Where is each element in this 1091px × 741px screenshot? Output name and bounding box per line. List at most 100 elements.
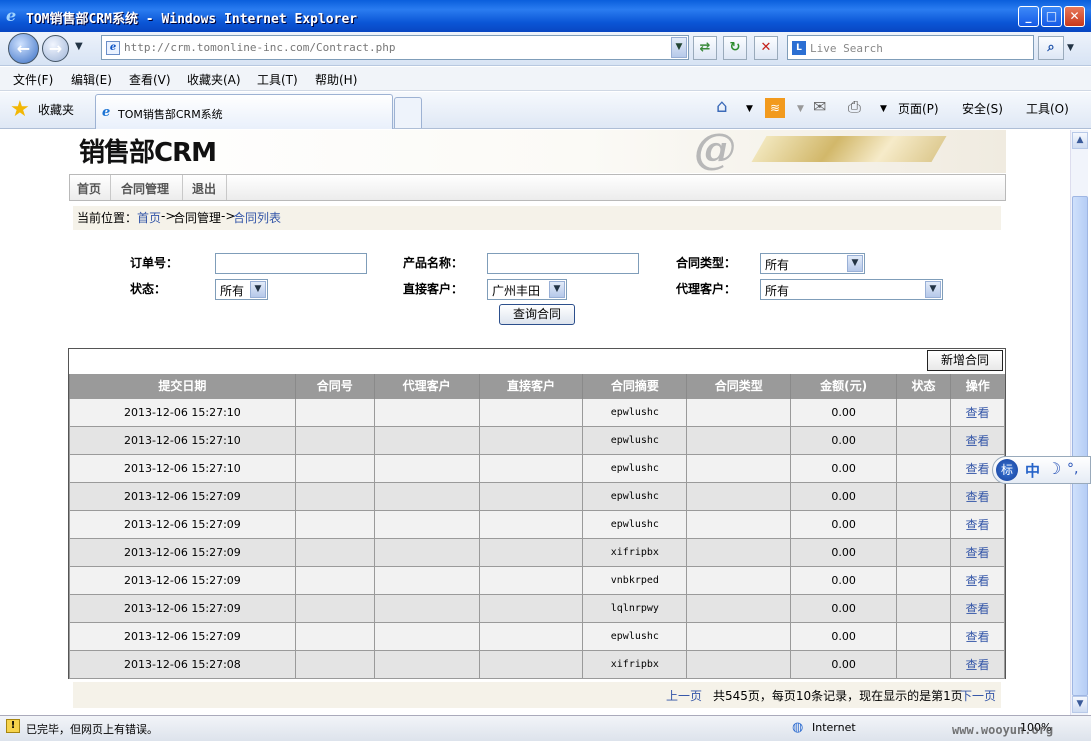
cell-amount: 0.00 — [790, 621, 898, 651]
col-header-summary[interactable]: 合同摘要 — [582, 374, 687, 398]
home-dropdown-icon[interactable]: ▼ — [746, 104, 753, 114]
view-link[interactable]: 查看 — [965, 490, 989, 504]
breadcrumb-home[interactable]: 首页 — [137, 211, 161, 225]
page-menu[interactable]: 页面(P) — [898, 100, 939, 117]
banner-gold-decoration — [751, 136, 947, 162]
add-contract-button[interactable]: 新增合同 — [927, 350, 1003, 371]
view-link[interactable]: 查看 — [965, 658, 989, 672]
col-header-status[interactable]: 状态 — [896, 374, 951, 398]
col-header-direct[interactable]: 直接客户 — [478, 374, 583, 398]
favorites-star-icon[interactable]: ★ — [10, 98, 30, 122]
direct-client-select[interactable]: 广州丰田 ▼ — [487, 279, 567, 300]
cell-amount: 0.00 — [790, 425, 898, 455]
agent-client-select[interactable]: 所有 ▼ — [760, 279, 943, 300]
col-header-date[interactable]: 提交日期 — [69, 374, 296, 398]
col-header-amount[interactable]: 金额(元) — [790, 374, 897, 398]
cell-agent — [373, 537, 480, 567]
view-link[interactable]: 查看 — [965, 462, 989, 476]
new-tab-button[interactable] — [394, 97, 422, 128]
history-dropdown-icon[interactable]: ▼ — [75, 41, 83, 52]
menu-tools[interactable]: 工具(T) — [257, 71, 298, 88]
favorites-button[interactable]: 收藏夹 — [38, 101, 74, 118]
next-page-link[interactable]: 下一页 — [960, 689, 996, 703]
query-contract-button[interactable]: 查询合同 — [499, 304, 575, 325]
menu-file[interactable]: 文件(F) — [13, 71, 53, 88]
rss-icon[interactable]: ≋ — [765, 98, 785, 118]
nav-contracts[interactable]: 合同管理 — [121, 180, 169, 197]
ime-badge[interactable]: 标 — [996, 459, 1018, 481]
order-no-input[interactable] — [215, 253, 367, 274]
close-button[interactable]: ✕ — [1064, 6, 1085, 27]
vertical-scrollbar[interactable]: ▲ ▼ — [1070, 130, 1088, 715]
ime-toolbar[interactable]: 标 中 ☽ °, — [992, 456, 1091, 484]
menu-view[interactable]: 查看(V) — [129, 71, 171, 88]
cell-amount: 0.00 — [790, 565, 898, 595]
tab-ie-icon: e — [102, 105, 111, 120]
safety-menu[interactable]: 安全(S) — [962, 100, 1003, 117]
product-name-label: 产品名称： — [403, 256, 464, 270]
view-link[interactable]: 查看 — [965, 546, 989, 560]
cell-amount: 0.00 — [790, 649, 898, 679]
col-header-agent[interactable]: 代理客户 — [373, 374, 480, 398]
status-select[interactable]: 所有 ▼ — [215, 279, 268, 300]
prev-page-link[interactable]: 上一页 — [666, 689, 702, 703]
view-link[interactable]: 查看 — [965, 574, 989, 588]
ime-punct[interactable]: °, — [1067, 461, 1078, 477]
refresh-icon[interactable]: ↻ — [723, 36, 747, 60]
stop-icon[interactable]: ✕ — [754, 36, 778, 60]
cell-type — [686, 453, 792, 483]
menu-edit[interactable]: 编辑(E) — [71, 71, 112, 88]
window-titlebar: e TOM销售部CRM系统 - Windows Internet Explore… — [0, 0, 1091, 32]
cell-agent — [373, 565, 480, 595]
breadcrumb-current[interactable]: 合同列表 — [233, 211, 281, 225]
scroll-down-icon[interactable]: ▼ — [1072, 696, 1088, 713]
maximize-button[interactable]: □ — [1041, 6, 1062, 27]
cell-summary: lqlnrpwy — [582, 593, 688, 623]
view-link[interactable]: 查看 — [965, 406, 989, 420]
back-button[interactable]: ← — [8, 33, 39, 64]
banner-at-icon: @ — [694, 130, 736, 173]
product-name-input[interactable] — [487, 253, 639, 274]
menu-help[interactable]: 帮助(H) — [315, 71, 357, 88]
cell-status — [896, 509, 951, 539]
view-link[interactable]: 查看 — [965, 518, 989, 532]
view-link[interactable]: 查看 — [965, 434, 989, 448]
rss-dropdown-icon[interactable]: ▼ — [797, 104, 804, 114]
forward-button[interactable]: → — [42, 35, 69, 62]
agent-client-value: 所有 — [765, 284, 790, 298]
ime-language[interactable]: 中 — [1025, 460, 1040, 481]
cell-contract-no — [294, 593, 375, 623]
nav-logout[interactable]: 退出 — [192, 180, 216, 197]
cell-direct — [478, 621, 584, 651]
menu-favorites[interactable]: 收藏夹(A) — [187, 71, 241, 88]
mail-icon[interactable]: ✉ — [813, 97, 826, 116]
scroll-thumb[interactable] — [1072, 196, 1088, 696]
cell-status — [896, 537, 951, 567]
tab-crm[interactable]: e TOM销售部CRM系统 — [95, 94, 393, 129]
search-options-icon[interactable]: ▼ — [1067, 43, 1074, 53]
ime-moon-icon[interactable]: ☽ — [1047, 459, 1061, 478]
scroll-up-icon[interactable]: ▲ — [1072, 132, 1088, 149]
search-icon[interactable]: ⌕ — [1038, 36, 1064, 60]
nav-home[interactable]: 首页 — [77, 180, 101, 197]
tools-menu[interactable]: 工具(O) — [1026, 100, 1069, 117]
cell-action: 查看 — [950, 509, 1005, 539]
col-header-contract-no[interactable]: 合同号 — [294, 374, 375, 398]
print-dropdown-icon[interactable]: ▼ — [880, 104, 887, 114]
cell-direct — [478, 593, 584, 623]
view-link[interactable]: 查看 — [965, 602, 989, 616]
compat-view-icon[interactable]: ⇄ — [693, 36, 717, 60]
address-bar[interactable]: e http://crm.tomonline-inc.com/Contract.… — [101, 35, 689, 60]
home-icon[interactable]: ⌂ — [716, 96, 727, 117]
search-input[interactable]: L Live Search — [787, 35, 1034, 60]
address-dropdown-icon[interactable]: ▼ — [671, 37, 687, 58]
cell-status — [896, 565, 951, 595]
cell-action: 查看 — [950, 649, 1005, 679]
contract-type-select[interactable]: 所有 ▼ — [760, 253, 865, 274]
view-link[interactable]: 查看 — [965, 630, 989, 644]
warning-icon[interactable]: ! — [6, 719, 20, 733]
minimize-button[interactable]: _ — [1018, 6, 1039, 27]
cell-type — [686, 621, 792, 651]
col-header-type[interactable]: 合同类型 — [686, 374, 791, 398]
print-icon[interactable]: ⎙ — [848, 97, 861, 117]
